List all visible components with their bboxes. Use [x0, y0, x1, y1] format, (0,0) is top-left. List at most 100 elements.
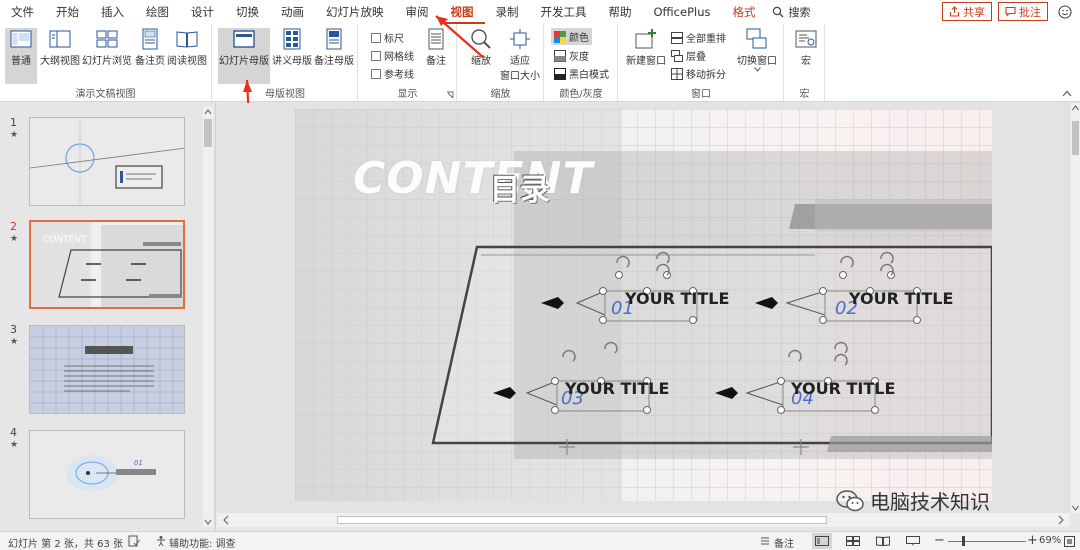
zoom-button[interactable]: 缩放 — [464, 28, 498, 67]
slide-thumbnail-1[interactable] — [29, 117, 185, 206]
gridlines-checkbox-box[interactable] — [371, 50, 381, 61]
slideshow-status-icon[interactable] — [906, 536, 920, 546]
notes-icon — [428, 28, 444, 50]
normal-view-button[interactable]: 普通 — [5, 28, 37, 84]
ribbon: 普通 大纲视图 幻灯片浏览 备注页 阅读视图 演示文稿视图 幻灯片母版 讲义母版 — [0, 24, 1080, 102]
tab-view[interactable]: 视图 — [439, 0, 485, 24]
smiley-feedback-icon[interactable] — [1058, 4, 1072, 19]
notes-page-button[interactable]: 备注页 — [134, 28, 166, 67]
scroll-down-icon[interactable] — [203, 517, 213, 527]
tab-slideshow[interactable]: 幻灯片放映 — [315, 0, 395, 24]
slide-sorter-status-icon[interactable] — [846, 536, 860, 546]
thumbnail-scrollbar[interactable] — [203, 107, 213, 527]
notes-page-icon — [142, 28, 158, 50]
comment-button[interactable]: 批注 — [998, 2, 1048, 21]
scroll-down-icon[interactable] — [1071, 503, 1080, 513]
fit-to-window-button[interactable]: 适应 窗口大小 — [498, 28, 542, 82]
arrange-all-label: 全部重排 — [686, 34, 726, 45]
scroll-up-icon[interactable] — [203, 107, 213, 117]
slide-thumbnail-4[interactable]: 01 — [29, 430, 185, 519]
tab-home[interactable]: 开始 — [45, 0, 90, 24]
accessibility-icon[interactable] — [155, 535, 167, 547]
guides-checkbox[interactable]: 参考线 — [371, 66, 414, 81]
cascade-icon — [671, 49, 683, 62]
tab-transitions[interactable]: 切换 — [225, 0, 270, 24]
zoom-slider-thumb[interactable] — [962, 536, 965, 546]
dialog-launcher-icon[interactable] — [446, 91, 454, 99]
arrange-all-button[interactable]: 全部重排 — [671, 30, 726, 45]
search-box[interactable]: 搜索 — [772, 4, 810, 20]
new-window-button[interactable]: 新建窗口 — [625, 28, 667, 67]
tab-animations[interactable]: 动画 — [270, 0, 315, 24]
tab-draw[interactable]: 绘图 — [135, 0, 180, 24]
tab-officeplus[interactable]: OfficePlus — [643, 0, 722, 24]
notes-page-label: 备注页 — [135, 56, 165, 67]
fit-window-icon — [510, 29, 530, 49]
tab-file[interactable]: 文件 — [0, 0, 45, 24]
magnifier-icon — [471, 29, 491, 49]
slide-thumbnail-2[interactable]: CONTENT — [29, 220, 185, 309]
gridlines-checkbox[interactable]: 网格线 — [371, 48, 414, 63]
normal-view-icon — [10, 30, 32, 48]
switch-window-button[interactable]: 切换窗口 — [733, 28, 781, 72]
spellcheck-icon[interactable] — [128, 535, 140, 547]
color-option[interactable]: 颜色 — [551, 28, 592, 45]
tab-format[interactable]: 格式 — [721, 0, 766, 24]
tab-design[interactable]: 设计 — [180, 0, 225, 24]
guides-checkbox-box[interactable] — [371, 68, 381, 79]
guides-label: 参考线 — [384, 70, 414, 81]
ruler-checkbox[interactable]: 标尺 — [371, 30, 404, 45]
tab-review[interactable]: 审阅 — [395, 0, 440, 24]
tab-help[interactable]: 帮助 — [598, 0, 643, 24]
group-label-zoom: 缩放 — [490, 89, 511, 100]
notes-toggle-icon[interactable] — [760, 536, 770, 546]
slide-4-preview: 01 — [30, 431, 184, 518]
scroll-left-icon[interactable] — [221, 513, 231, 527]
share-button[interactable]: 共享 — [942, 2, 992, 21]
group-label-presentation-views: 演示文稿视图 — [75, 89, 136, 100]
reading-view-status-icon[interactable] — [876, 536, 890, 546]
scroll-up-icon[interactable] — [1071, 103, 1080, 113]
editor-horizontal-scrollbar[interactable] — [217, 513, 1070, 527]
handout-master-button[interactable]: 讲义母版 — [271, 28, 313, 67]
outline-view-button[interactable]: 大纲视图 — [40, 28, 80, 67]
macros-button[interactable]: 宏 — [793, 28, 819, 67]
move-split-icon — [671, 67, 683, 80]
slide-sorter-button[interactable]: 幻灯片浏览 — [82, 28, 132, 67]
item-1-title: YOUR TITLE — [625, 289, 730, 308]
notes-toggle-label[interactable]: 备注 — [774, 535, 794, 550]
black-white-option[interactable]: 黑白模式 — [554, 66, 609, 81]
editor-hscroll-thumb[interactable] — [337, 516, 827, 524]
zoom-slider[interactable] — [948, 536, 1026, 546]
ruler-checkbox-box[interactable] — [371, 32, 381, 43]
notes-master-button[interactable]: 备注母版 — [313, 28, 355, 67]
normal-view-status-button[interactable] — [812, 533, 832, 549]
fit-slide-icon[interactable] — [1064, 536, 1075, 547]
zoom-level[interactable]: 69% — [1039, 535, 1061, 546]
tab-insert[interactable]: 插入 — [90, 0, 135, 24]
accessibility-status[interactable]: 辅助功能: 调查 — [169, 535, 236, 550]
editor-vertical-scrollbar[interactable] — [1071, 103, 1080, 513]
thumb-star-3: ★ — [10, 337, 19, 347]
move-split-button[interactable]: 移动拆分 — [671, 66, 726, 81]
slide-master-button[interactable]: 幻灯片母版 — [218, 28, 270, 84]
zoom-out-icon[interactable]: − — [934, 533, 945, 548]
reading-view-button[interactable]: 阅读视图 — [166, 28, 208, 67]
tab-record[interactable]: 录制 — [485, 0, 530, 24]
chevron-down-icon — [753, 67, 761, 72]
collapse-ribbon-icon[interactable] — [1062, 90, 1072, 97]
zoom-in-icon[interactable]: + — [1027, 533, 1038, 548]
scroll-right-icon[interactable] — [1056, 513, 1066, 527]
macro-icon — [795, 30, 817, 48]
cascade-button[interactable]: 层叠 — [671, 48, 706, 63]
status-bar: 幻灯片 第 2 张，共 63 张 辅助功能: 调查 备注 − + 69% — [0, 531, 1080, 550]
notes-label: 备注 — [426, 56, 446, 67]
slide-canvas[interactable]: CONTENT 目录 01 YOUR TITLE 02 YOUR TITLE 0… — [295, 109, 992, 501]
grayscale-option[interactable]: 灰度 — [554, 48, 589, 63]
notes-button[interactable]: 备注 — [421, 28, 451, 67]
thumbnail-scroll-thumb[interactable] — [204, 119, 212, 147]
slide-thumbnail-3[interactable] — [29, 325, 185, 414]
editor-scroll-thumb[interactable] — [1072, 121, 1079, 155]
grayscale-icon — [554, 49, 566, 62]
tab-developer[interactable]: 开发工具 — [530, 0, 598, 24]
